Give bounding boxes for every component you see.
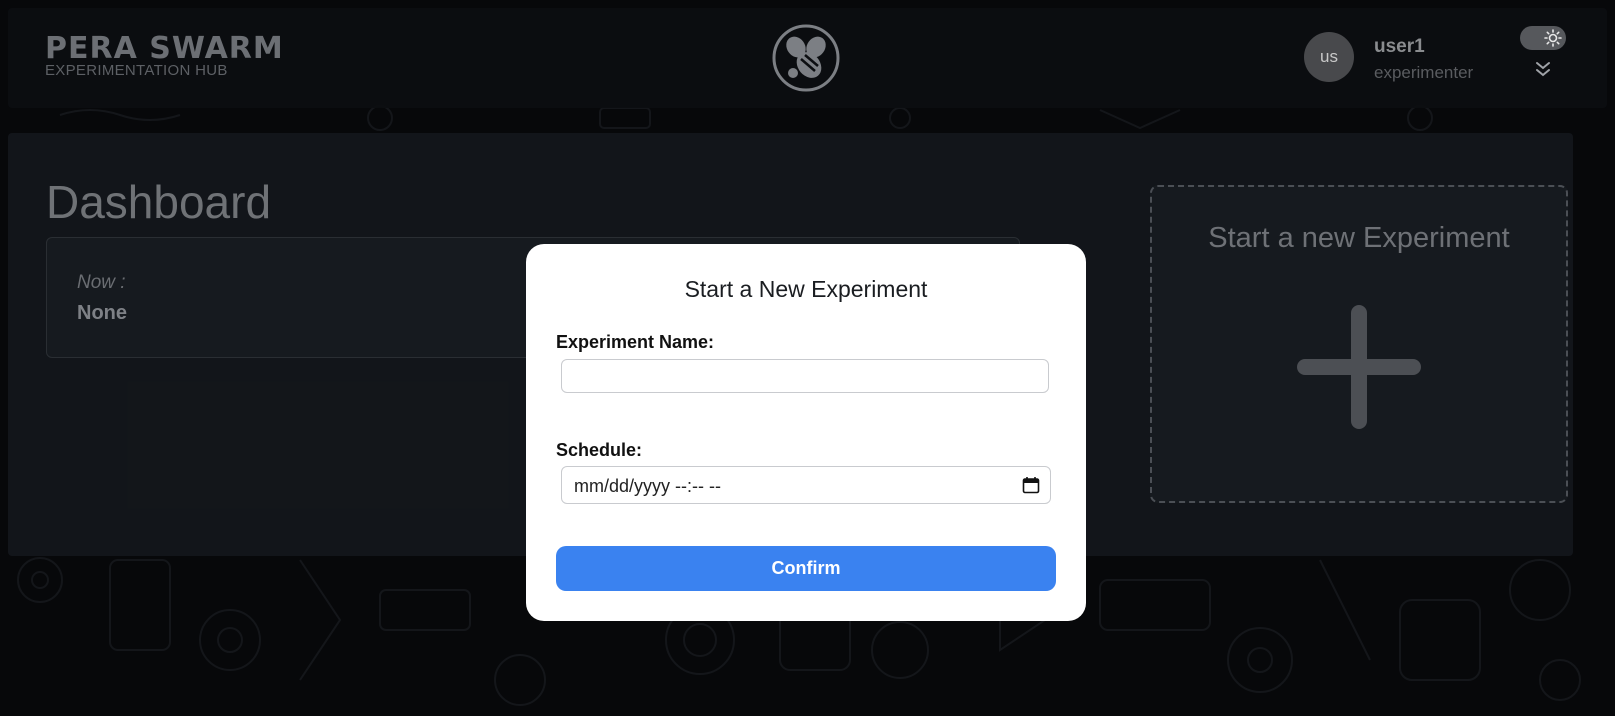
experiment-name-input[interactable] — [561, 359, 1049, 393]
brand-title: PERA SWARM — [45, 31, 284, 66]
page-title: Dashboard — [46, 176, 272, 228]
experiment-name-label: Experiment Name: — [556, 332, 715, 352]
brand-subtitle: EXPERIMENTATION HUB — [45, 62, 228, 79]
schedule-label: Schedule: — [556, 440, 643, 460]
plus-icon — [1297, 305, 1421, 429]
double-chevron-down-icon[interactable] — [1534, 60, 1552, 78]
now-label: Now : — [77, 272, 126, 293]
user-role: experimenter — [1374, 63, 1474, 82]
theme-toggle[interactable] — [1520, 26, 1566, 50]
new-experiment-title: Start a new Experiment — [1208, 222, 1510, 254]
brand[interactable]: PERA SWARM EXPERIMENTATION HUB — [45, 31, 284, 79]
sun-icon — [1544, 29, 1562, 47]
calendar-icon[interactable] — [1022, 476, 1040, 494]
now-value: None — [77, 302, 127, 324]
bee-icon[interactable] — [771, 23, 841, 93]
user-name: user1 — [1374, 36, 1425, 57]
modal-title: Start a New Experiment — [684, 276, 928, 302]
schedule-datetime-input[interactable]: mm/dd/yyyy --:-- -- — [561, 466, 1051, 504]
top-header: PERA SWARM EXPERIMENTATION HUB us user1 … — [8, 8, 1607, 108]
schedule-placeholder: mm/dd/yyyy --:-- -- — [574, 476, 721, 496]
confirm-button[interactable]: Confirm — [556, 546, 1056, 591]
new-experiment-card[interactable]: Start a new Experiment — [1150, 185, 1568, 503]
avatar[interactable]: us — [1304, 32, 1354, 82]
new-experiment-modal: Start a New Experiment Experiment Name: … — [526, 244, 1086, 621]
